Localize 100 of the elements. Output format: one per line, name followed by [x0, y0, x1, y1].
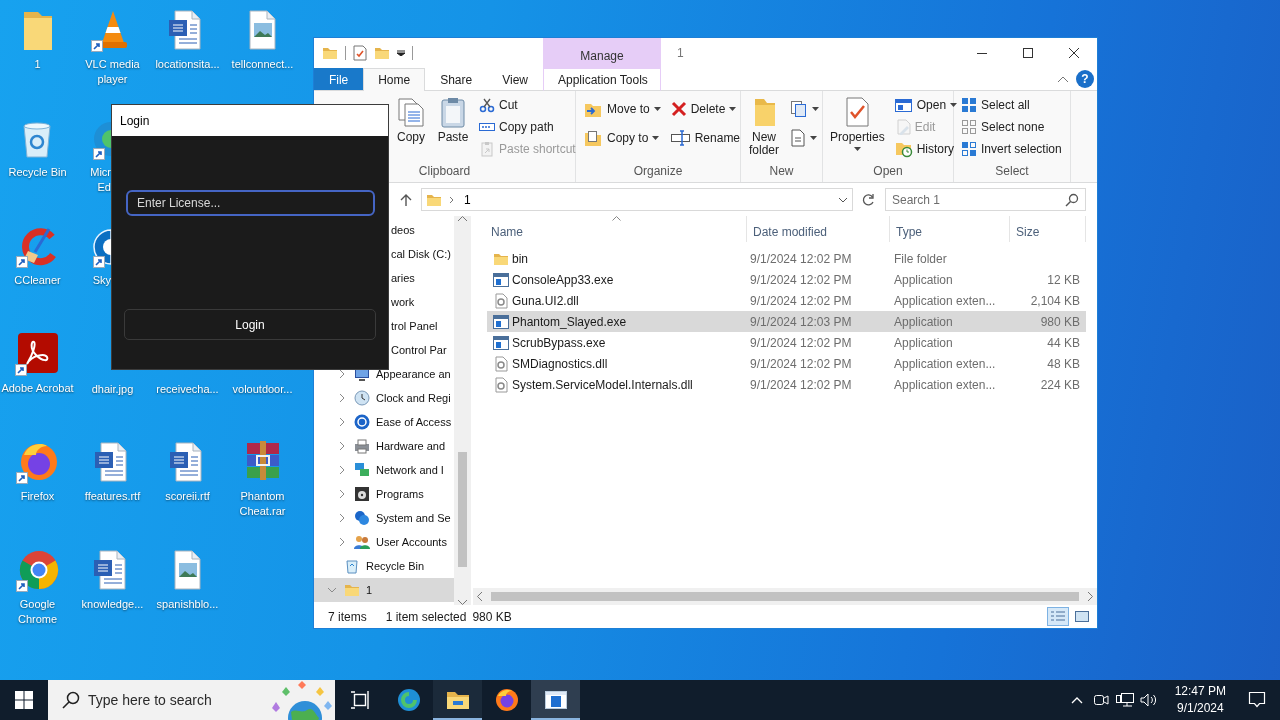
horizontal-scrollbar[interactable]	[473, 588, 1097, 605]
license-field[interactable]: Enter License...	[126, 190, 375, 216]
taskbar-search-field[interactable]: Type here to search	[48, 680, 335, 720]
nav-item[interactable]: Network and I	[314, 458, 454, 482]
camera-icon	[1092, 692, 1109, 708]
table-cell-text: 9/1/2024 12:02 PM	[749, 376, 853, 394]
new-item-icon	[790, 99, 808, 118]
window-icon	[544, 690, 567, 710]
taskbar-button[interactable]	[531, 680, 580, 720]
windows-logo-icon	[15, 691, 33, 709]
column-header[interactable]: Type	[890, 216, 1010, 242]
users-icon	[354, 534, 370, 550]
gear-file-icon	[493, 355, 509, 372]
invert-button[interactable]: Invert selection	[958, 138, 1065, 160]
ribbon-tab[interactable]: File	[314, 68, 364, 90]
copy-path-button[interactable]: Copy path	[476, 116, 579, 138]
collapse-ribbon-icon[interactable]	[1058, 76, 1068, 82]
up-arrow-icon[interactable]	[399, 192, 413, 207]
taskbar-button[interactable]	[433, 680, 482, 720]
ribbon-tab[interactable]: View	[487, 68, 543, 90]
copy-to-button[interactable]: Copy to	[580, 123, 664, 152]
nav-item[interactable]: aries	[391, 266, 454, 290]
file-name: Guna.UI2.dll	[512, 292, 579, 310]
window-icon	[894, 97, 913, 113]
details-view-icon	[1050, 610, 1066, 623]
properties-button[interactable]: Properties	[827, 94, 888, 153]
file-row[interactable]: System.ServiceModel.Internals.dll 9/1/2024 12:02 PM Application exten... 224 KB	[487, 374, 1086, 395]
nav-item[interactable]: work	[391, 290, 454, 314]
search-field[interactable]: Search 1	[885, 188, 1086, 211]
login-button[interactable]: Login	[124, 309, 376, 340]
page-icon	[790, 128, 806, 147]
select-all-button[interactable]: Select all	[958, 94, 1065, 116]
address-bar[interactable]: 1	[421, 188, 853, 211]
history-button[interactable]: History	[891, 138, 961, 160]
pencil-page-icon	[894, 119, 911, 135]
table-cell-text: Application exten...	[893, 292, 997, 310]
help-button[interactable]: ?	[1076, 70, 1094, 88]
scrollbar-thumb[interactable]	[491, 592, 1079, 601]
file-row[interactable]: Phantom_Slayed.exe 9/1/2024 12:03 PM Application 980 KB	[487, 311, 1086, 332]
nav-item[interactable]: Hardware and	[314, 434, 454, 458]
nav-item[interactable]: trol Panel	[391, 314, 454, 338]
file-row[interactable]: Guna.UI2.dll 9/1/2024 12:02 PM Application exten... 2,104 KB	[487, 290, 1086, 311]
group-label: Select	[994, 163, 1030, 180]
nav-item[interactable]: 1	[314, 578, 454, 602]
dropdown-icon[interactable]	[838, 196, 848, 203]
breadcrumb[interactable]: 1	[462, 190, 473, 209]
nav-item[interactable]: Clock and Regi	[314, 386, 454, 410]
close-icon	[1069, 48, 1079, 58]
file-row[interactable]: ConsoleApp33.exe 9/1/2024 12:02 PM Application 12 KB	[487, 269, 1086, 290]
select-none-button[interactable]: Select none	[958, 116, 1065, 138]
ribbon-tab[interactable]: Share	[425, 68, 488, 90]
printer-icon	[354, 438, 370, 454]
network-icon	[354, 462, 370, 478]
ribbon-tab[interactable]: Application Tools	[543, 68, 661, 91]
ribbon-tab[interactable]: Home	[363, 68, 426, 91]
copy-button[interactable]: Copy	[392, 94, 430, 146]
table-cell-text: Application	[893, 271, 954, 289]
browser-icon	[494, 688, 519, 712]
file-row[interactable]: bin 9/1/2024 12:02 PM File folder	[487, 248, 1086, 269]
window-title: Login	[112, 105, 388, 136]
table-cell-text: 9/1/2024 12:02 PM	[749, 250, 853, 268]
move-to-button[interactable]: Move to	[580, 94, 664, 123]
invert-grid-icon	[961, 141, 977, 157]
nav-item[interactable]: Control Par	[391, 338, 454, 362]
task-view-icon	[349, 690, 370, 710]
nav-item[interactable]: System and Se	[314, 506, 454, 530]
nav-item[interactable]: cal Disk (C:)	[391, 242, 454, 266]
scrollbar-thumb[interactable]	[458, 452, 467, 567]
rename-button[interactable]: Rename	[667, 123, 744, 152]
nav-item[interactable]: User Accounts	[314, 530, 454, 554]
rename-icon	[670, 129, 691, 146]
clock[interactable]: 12:47 PM 9/1/2024	[1166, 683, 1234, 717]
file-name: Phantom_Slayed.exe	[512, 313, 627, 331]
file-row[interactable]: ScrubBypass.exe 9/1/2024 12:02 PM Application 44 KB	[487, 332, 1086, 353]
scissors-icon	[479, 97, 495, 113]
file-row[interactable]: SMDiagnostics.dll 9/1/2024 12:02 PM Application exten... 48 KB	[487, 353, 1086, 374]
refresh-icon[interactable]	[861, 192, 875, 207]
caret-icon[interactable]	[397, 50, 405, 56]
delete-button[interactable]: Delete	[667, 94, 744, 123]
column-header[interactable]: Size	[1010, 216, 1086, 242]
open-button[interactable]: Open	[891, 94, 961, 116]
selection-count: 1 item selected	[385, 608, 467, 626]
group-label: Open	[872, 163, 904, 180]
nav-item[interactable]: deos	[391, 218, 454, 242]
column-header[interactable]: Date modified	[747, 216, 890, 242]
column-header[interactable]: Name	[485, 216, 747, 242]
new-folder-button[interactable]: New folder	[745, 94, 783, 159]
nav-item[interactable]: Recycle Bin	[314, 554, 454, 578]
group-label: Organize	[632, 163, 684, 180]
table-cell-text: 44 KB	[1046, 334, 1081, 352]
table-cell-text: Application exten...	[893, 376, 997, 394]
nav-item[interactable]: Ease of Access	[314, 410, 454, 434]
paste-button[interactable]: Paste	[434, 94, 472, 146]
window-icon	[493, 271, 509, 288]
cut-button[interactable]: Cut	[476, 94, 579, 116]
vertical-scrollbar[interactable]	[454, 216, 471, 605]
table-cell-text: 2,104 KB	[1029, 292, 1081, 310]
checklist-icon[interactable]	[353, 45, 367, 61]
nav-item[interactable]: Programs	[314, 482, 454, 506]
file-name: System.ServiceModel.Internals.dll	[512, 376, 693, 394]
